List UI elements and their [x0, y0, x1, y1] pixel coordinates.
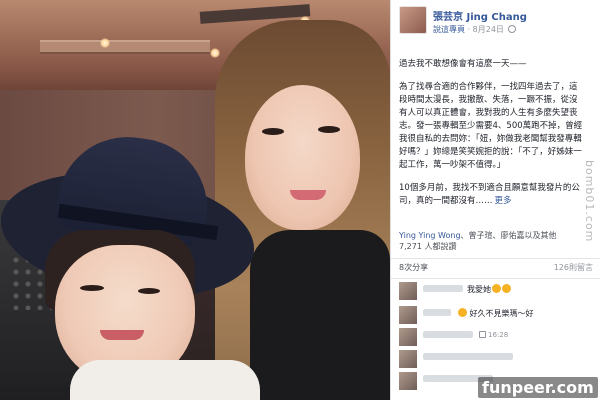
woman-right-face — [245, 85, 360, 230]
blurred-text — [423, 353, 513, 360]
eye — [138, 288, 160, 294]
smile-emoji-icon — [492, 284, 501, 293]
comment-text: 好久不見樂瑪～好 — [457, 308, 534, 319]
lock-icon — [479, 331, 486, 338]
see-more-link[interactable]: 更多 — [495, 196, 512, 206]
blurred-name — [423, 285, 463, 292]
comment-item: 好久不見樂瑪～好 — [399, 306, 599, 328]
watermark-side: bomb01.com — [583, 160, 596, 243]
eye — [262, 128, 284, 135]
liker-name[interactable]: Ying Ying Wong — [399, 231, 461, 240]
smile-emoji-icon — [458, 308, 467, 317]
post-paragraph: 為了找尋合適的合作夥伴，一找四年過去了，這段時間太漫長，我撤散、失落，一蹶不振，… — [399, 82, 583, 170]
ceiling-light — [210, 48, 220, 58]
eye — [80, 285, 104, 291]
post-date[interactable]: 8月24日 — [473, 25, 504, 34]
comment-time: 16:28 — [479, 331, 508, 339]
author-avatar[interactable] — [399, 6, 427, 34]
shares-count[interactable]: 8次分享 — [399, 262, 428, 273]
commenter-avatar[interactable] — [399, 282, 417, 300]
person-left-shirt — [70, 360, 260, 400]
comment-body: 好久不見樂瑪～好 — [469, 309, 534, 318]
post-header: 張芸京 Jing Chang 說這專頁 · 8月24日 — [391, 0, 600, 44]
post-subline: 說這專頁 · 8月24日 — [433, 24, 517, 35]
commenter-avatar[interactable] — [399, 306, 417, 324]
commenter-avatar[interactable] — [399, 350, 417, 368]
commenter-avatar[interactable] — [399, 328, 417, 346]
post-paragraph: 10個多月前，我找不到適合且願意幫我發片的公司，真的一間都沒有…… 更多 — [399, 182, 585, 208]
comment-text: 我愛她 — [467, 284, 511, 295]
post-text: 過去我不敢想像會有這麼一天—— 為了找尋合適的合作夥伴，一找四年過去了，這段時間… — [399, 58, 585, 218]
comment-body: 我愛她 — [467, 285, 491, 294]
blurred-name — [423, 331, 473, 338]
page-link[interactable]: 說這專頁 — [433, 25, 465, 34]
globe-icon — [508, 25, 517, 33]
ellipsis: …… — [475, 196, 493, 206]
lips — [100, 330, 144, 340]
ceiling-duct — [40, 40, 210, 54]
comment-timestamp: 16:28 — [488, 331, 509, 339]
likers-rest: 、曾子瑄、廖佑嘉以及其他 — [460, 231, 557, 240]
comment-item — [399, 350, 599, 372]
post-photo[interactable] — [0, 0, 390, 400]
ceiling-light — [100, 38, 110, 48]
comment-item: 我愛她 — [399, 282, 599, 304]
woman-right-top — [250, 230, 390, 400]
post-paragraph: 過去我不敢想像會有這麼一天—— — [399, 59, 527, 69]
comment-item: 16:28 — [399, 328, 599, 350]
divider — [391, 278, 600, 279]
commenter-avatar[interactable] — [399, 372, 417, 390]
smile-emoji-icon — [502, 284, 511, 293]
author-name[interactable]: 張芸京 Jing Chang — [433, 8, 527, 23]
eye — [318, 126, 340, 133]
watermark-bottom: funpeer.com — [478, 377, 598, 398]
blurred-name — [423, 309, 451, 316]
lips — [290, 190, 326, 200]
